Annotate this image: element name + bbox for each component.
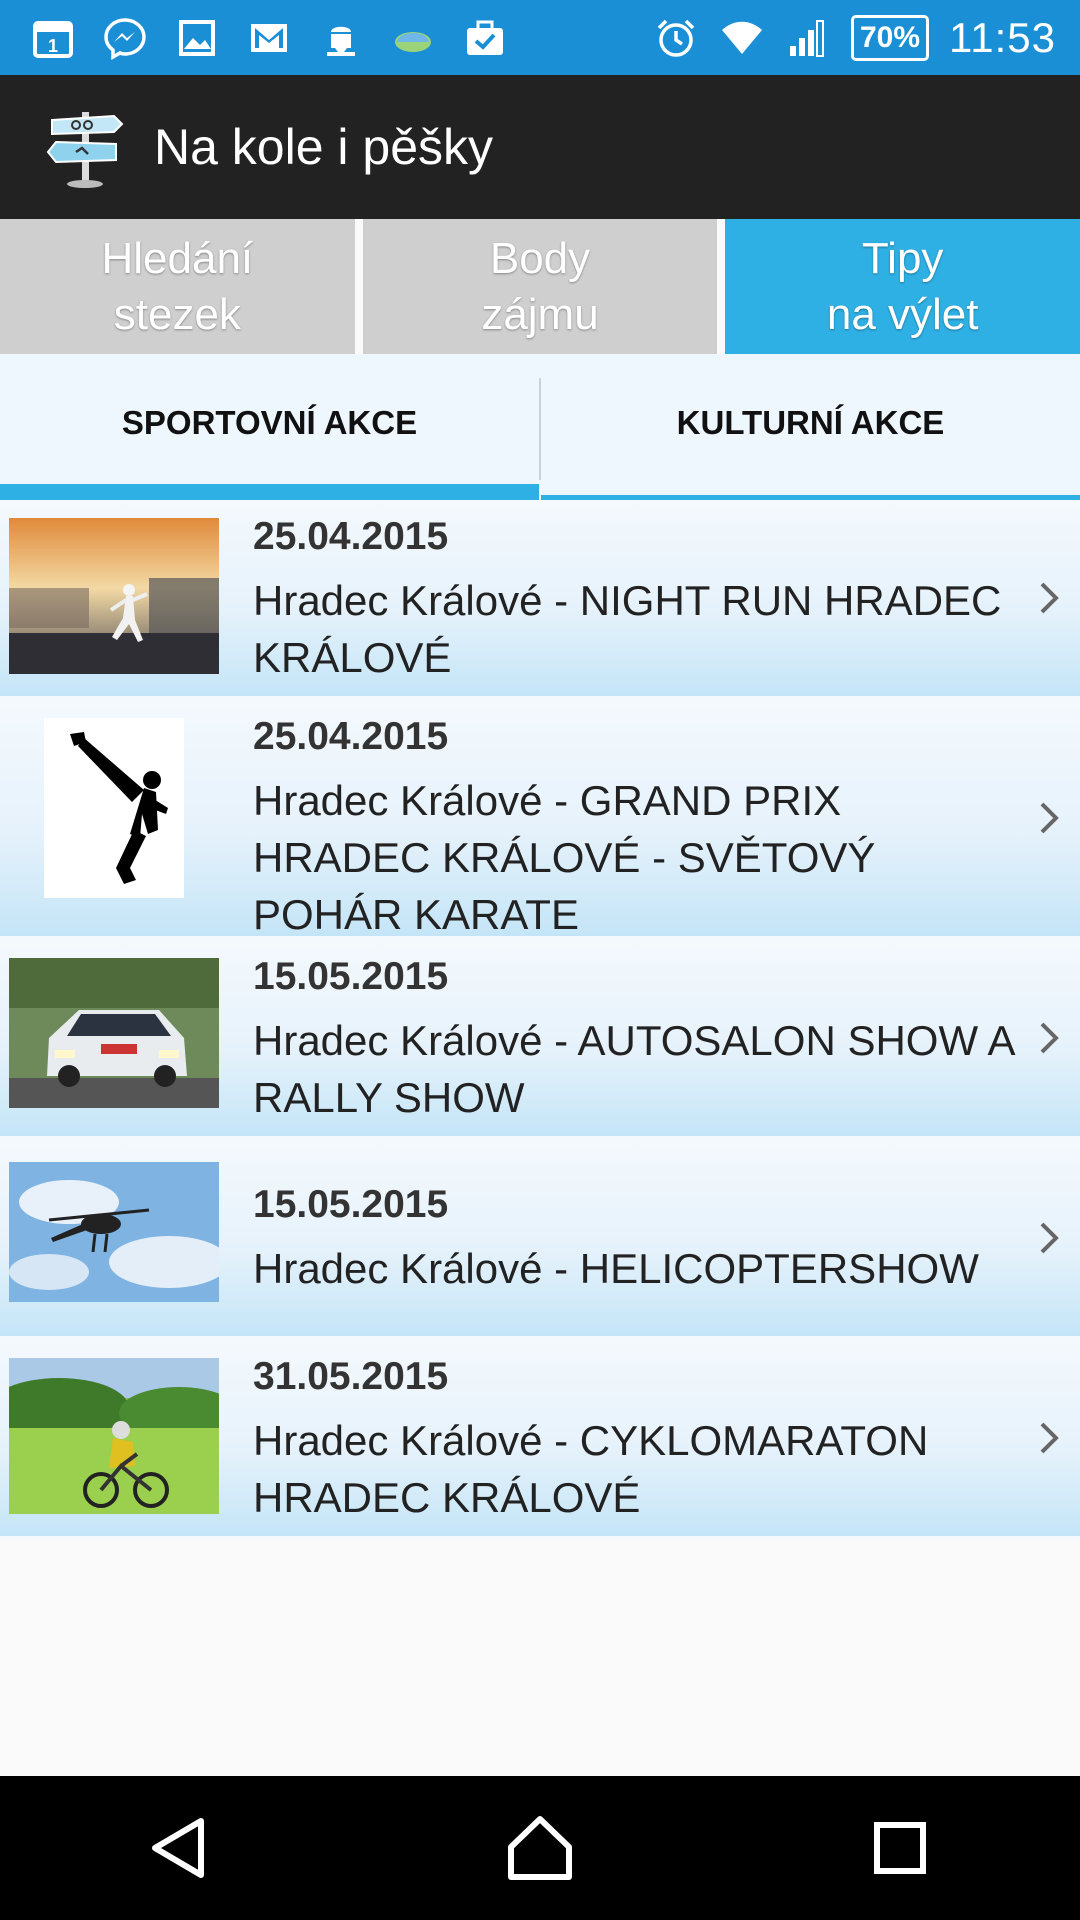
recents-icon: [874, 1822, 926, 1874]
night-run-photo: [9, 518, 219, 674]
karate-silhouette: [9, 718, 219, 898]
event-row-helicopter[interactable]: 15.05.2015 Hradec Králové - HELICOPTERSH…: [0, 1140, 1080, 1340]
main-tabs: Hledání stezek Body zájmu Tipy na výlet: [0, 219, 1080, 354]
clock: 11:53: [949, 13, 1056, 61]
cyclist-photo: [9, 1358, 219, 1514]
tab-sport-events-label: SPORTOVNÍ AKCE: [121, 404, 418, 441]
event-row-cycling[interactable]: 31.05.2015 Hradec Králové - CYKLOMARATON…: [0, 1340, 1080, 1540]
event-title: Hradec Králové - HELICOPTERSHOW: [253, 1245, 979, 1292]
calendar-icon: 1: [30, 15, 76, 61]
gmail-icon: [246, 15, 292, 61]
app-title: Na kole i pěšky: [154, 119, 494, 175]
active-tab-indicator: [0, 484, 539, 500]
battery-indicator: 70%: [850, 14, 929, 61]
event-title: Hradec Králové - GRAND PRIX HRADEC KRÁLO…: [253, 777, 876, 938]
status-bar: 1 70% 11:53: [0, 0, 1080, 75]
event-row-night-run[interactable]: 25.04.2015 Hradec Králové - NIGHT RUN HR…: [0, 500, 1080, 700]
svg-text:1: 1: [48, 36, 58, 56]
event-date: 25.04.2015: [253, 515, 449, 558]
tab-trail-search[interactable]: Hledání stezek: [0, 219, 355, 354]
event-list: 25.04.2015 Hradec Králové - NIGHT RUN HR…: [0, 500, 1080, 1540]
briefcase-icon: [462, 15, 508, 61]
helicopter-photo: [9, 1162, 219, 1302]
wifi-icon: [719, 15, 765, 61]
chevron-right-icon: [1040, 1022, 1059, 1054]
sub-tabs: SPORTOVNÍ AKCE KULTURNÍ AKCE: [0, 354, 1080, 500]
tab-trip-tips[interactable]: Tipy na výlet: [725, 219, 1080, 354]
back-button[interactable]: [135, 1803, 225, 1893]
event-date: 15.05.2015: [253, 1183, 449, 1226]
event-title: Hradec Králové - AUTOSALON SHOW A RALLY …: [253, 1017, 1014, 1121]
chevron-right-icon: [1040, 1222, 1059, 1254]
signal-icon: [785, 15, 831, 61]
android-download-icon: [318, 15, 364, 61]
weather-icon: [390, 15, 436, 61]
chevron-right-icon: [1040, 1422, 1059, 1454]
event-row-rally[interactable]: 15.05.2015 Hradec Králové - AUTOSALON SH…: [0, 940, 1080, 1140]
event-title: Hradec Králové - CYKLOMARATON HRADEC KRÁ…: [253, 1417, 929, 1521]
rally-car-photo: [9, 958, 219, 1108]
event-row-karate[interactable]: 25.04.2015 Hradec Králové - GRAND PRIX H…: [0, 700, 1080, 940]
gallery-icon: [174, 15, 220, 61]
tab-culture-events[interactable]: KULTURNÍ AKCE: [541, 354, 1080, 500]
event-date: 25.04.2015: [253, 715, 449, 758]
chevron-right-icon: [1040, 802, 1059, 834]
tab-culture-events-label: KULTURNÍ AKCE: [676, 404, 945, 441]
action-bar: Na kole i pěšky: [0, 75, 1080, 219]
chevron-right-icon: [1040, 582, 1059, 614]
navigation-bar: [0, 1776, 1080, 1920]
event-title: Hradec Králové - NIGHT RUN HRADEC KRÁLOV…: [253, 577, 1002, 681]
recents-button[interactable]: [855, 1803, 945, 1893]
signpost-logo-icon[interactable]: [42, 102, 132, 192]
event-date: 31.05.2015: [253, 1355, 449, 1398]
messenger-icon: [102, 15, 148, 61]
tab-sport-events[interactable]: SPORTOVNÍ AKCE: [0, 354, 539, 500]
tab-points-of-interest[interactable]: Body zájmu: [362, 219, 718, 354]
alarm-icon: [653, 15, 699, 61]
back-icon: [152, 1818, 204, 1878]
event-date: 15.05.2015: [253, 955, 449, 998]
home-button[interactable]: [495, 1803, 585, 1893]
home-icon: [508, 1816, 572, 1880]
